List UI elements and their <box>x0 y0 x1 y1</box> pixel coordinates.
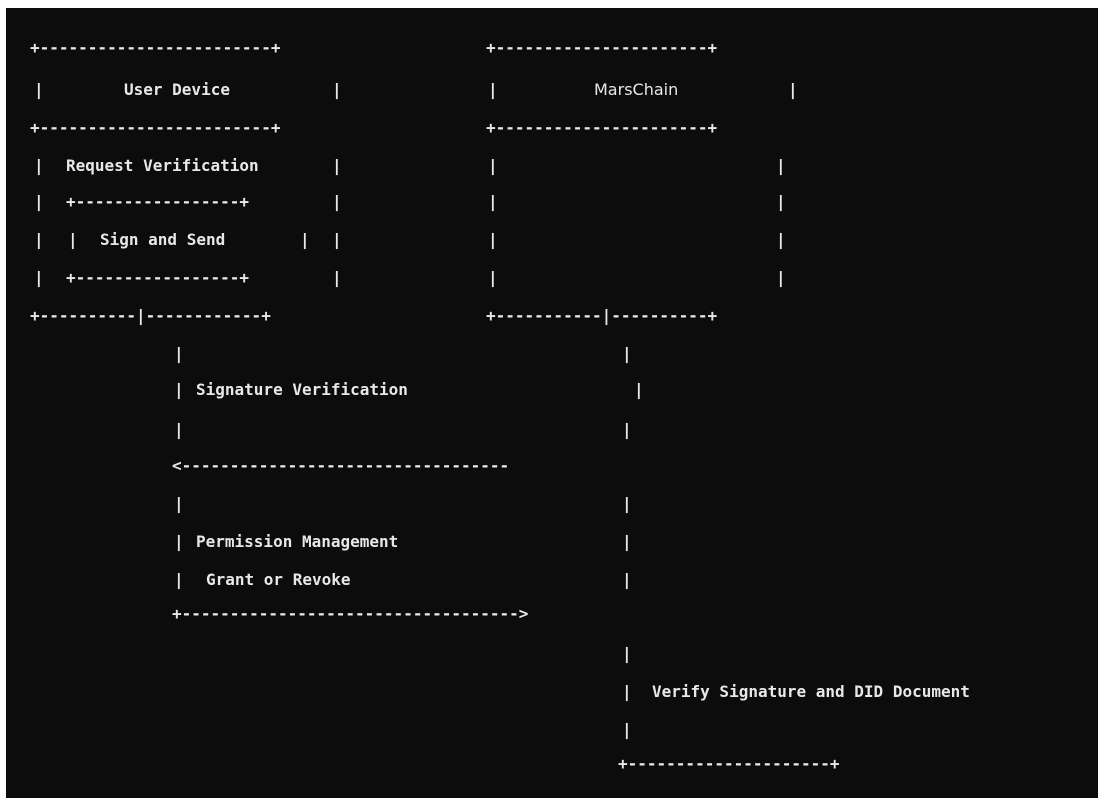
permission-management-label: Permission Management <box>196 532 399 551</box>
user-device-box-bottom-border: +----------|------------+ <box>30 306 271 325</box>
marschain-box-right-edge: | <box>776 156 786 175</box>
signature-verification-arrow: <---------------------------------- <box>172 456 510 475</box>
permission-management-arrow: +-----------------------------------> <box>172 604 529 623</box>
marschain-box-left-edge: | <box>488 268 498 287</box>
marschain-box-top-border: +----------------------+ <box>486 38 718 57</box>
user-device-box-right-edge: | <box>332 156 342 175</box>
sign-and-send-box-top-border: +-----------------+ <box>66 192 250 211</box>
user-device-box-right-edge: | <box>332 230 342 249</box>
signature-verification-label: Signature Verification <box>196 380 408 399</box>
user-device-lifeline: | <box>174 532 184 551</box>
user-device-title: User Device <box>124 80 230 99</box>
marschain-box-bottom-border: +-----------|----------+ <box>486 306 718 325</box>
marschain-lifeline: | <box>622 644 632 663</box>
user-device-title-divider: +------------------------+ <box>30 118 281 137</box>
sign-and-send-box-bottom-border: +-----------------+ <box>66 268 250 287</box>
marschain-title: MarsChain <box>594 80 679 99</box>
user-device-box-right-edge: | <box>332 80 342 99</box>
marschain-box-right-edge: | <box>788 80 798 99</box>
user-device-box-right-edge: | <box>332 268 342 287</box>
marschain-lifeline: | <box>622 494 632 513</box>
marschain-box-right-edge: | <box>776 230 786 249</box>
marschain-lifeline: | <box>622 570 632 589</box>
sign-and-send-label: Sign and Send <box>100 230 226 249</box>
marschain-box-left-edge: | <box>488 192 498 211</box>
user-device-box-left-edge: | <box>34 268 44 287</box>
marschain-title-divider: +----------------------+ <box>486 118 718 137</box>
verify-signature-label: Verify Signature and DID Document <box>652 682 970 701</box>
diagram-canvas: +------------------------+ | User Device… <box>6 8 1098 798</box>
user-device-box-left-edge: | <box>34 192 44 211</box>
marschain-lifeline: | <box>634 380 644 399</box>
marschain-box-left-edge: | <box>488 80 498 99</box>
user-device-box-left-edge: | <box>34 80 44 99</box>
user-device-box-top-border: +------------------------+ <box>30 38 281 57</box>
marschain-box-left-edge: | <box>488 156 498 175</box>
user-device-lifeline: | <box>174 344 184 363</box>
user-device-box-left-edge: | <box>34 156 44 175</box>
user-device-box-left-edge: | <box>34 230 44 249</box>
marschain-lifeline: | <box>622 682 632 701</box>
request-verification-label: Request Verification <box>66 156 259 175</box>
user-device-lifeline: | <box>174 420 184 439</box>
user-device-lifeline: | <box>174 494 184 513</box>
marschain-lifeline: | <box>622 344 632 363</box>
sign-and-send-box-left-edge: | <box>68 230 78 249</box>
marschain-box-right-edge: | <box>776 268 786 287</box>
sign-and-send-box-right-edge: | <box>300 230 310 249</box>
marschain-lifeline: | <box>622 720 632 739</box>
user-device-lifeline: | <box>174 570 184 589</box>
marschain-lifeline: | <box>622 532 632 551</box>
grant-or-revoke-label: Grant or Revoke <box>206 570 351 589</box>
marschain-box-right-edge: | <box>776 192 786 211</box>
final-step-line: +---------------------+ <box>618 754 840 773</box>
user-device-lifeline: | <box>174 380 184 399</box>
marschain-box-left-edge: | <box>488 230 498 249</box>
marschain-lifeline: | <box>622 420 632 439</box>
user-device-box-right-edge: | <box>332 192 342 211</box>
